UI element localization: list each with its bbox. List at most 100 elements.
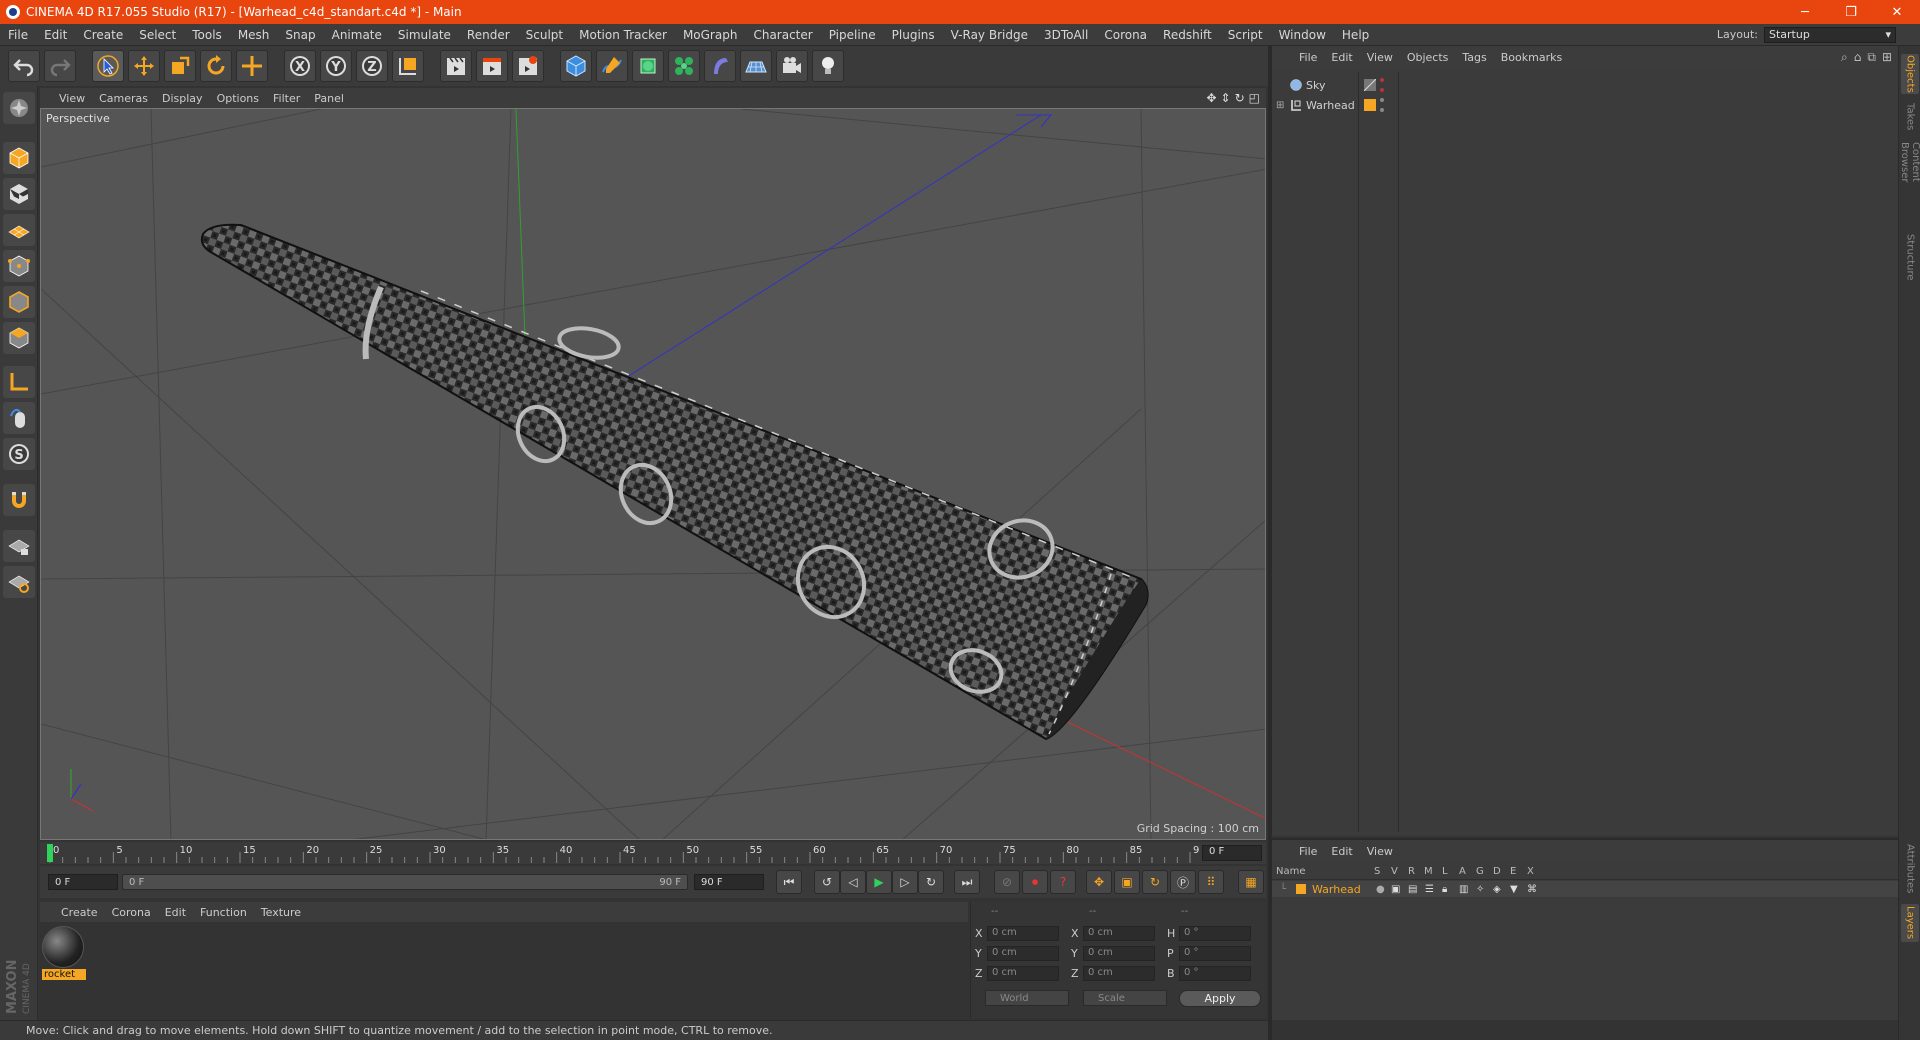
scale-tool-button[interactable] [164,50,196,82]
key-position-button[interactable]: ✥ [1086,870,1112,894]
menu-select[interactable]: Select [131,28,184,42]
menu-window[interactable]: Window [1271,28,1334,42]
close-button[interactable]: ✕ [1874,0,1920,24]
apply-button[interactable]: Apply [1179,990,1261,1007]
expression-icon[interactable]: ▼ [1510,884,1518,895]
objects-menu-file[interactable]: File [1292,51,1324,64]
new-window-icon[interactable]: ⧉ [1867,50,1876,65]
layers-menu-view[interactable]: View [1360,845,1400,858]
points-mode-button[interactable] [3,250,35,282]
search-icon[interactable]: ⌕ [1841,50,1848,65]
record-keys-button[interactable]: ⊘ [994,870,1020,894]
visibility-dots[interactable] [1380,78,1386,92]
autokeying-button[interactable]: ? [1050,870,1076,894]
minimize-button[interactable]: ─ [1782,0,1828,24]
objects-menu-objects[interactable]: Objects [1400,51,1456,64]
lock-icon[interactable]: 🔒︎ [1442,884,1447,895]
menu-mesh[interactable]: Mesh [230,28,278,42]
texture-tag-icon[interactable] [1364,79,1376,91]
menu-mograph[interactable]: MoGraph [675,28,746,42]
key-parameter-button[interactable]: Ⓟ [1170,870,1196,894]
render-view-button[interactable] [440,50,472,82]
size-x-field[interactable]: 0 cm [1083,926,1155,941]
locked-workplane-button[interactable] [3,530,35,562]
tab-takes[interactable]: Takes [1901,102,1919,132]
visibility-dots[interactable] [1380,98,1386,112]
go-to-start-button[interactable]: ⏮ [776,870,802,894]
menu-simulate[interactable]: Simulate [390,28,459,42]
menu-animate[interactable]: Animate [324,28,390,42]
tab-objects[interactable]: Objects [1901,54,1919,94]
layout-dropdown[interactable]: Startup ▾ [1764,26,1896,43]
objects-menu-tags[interactable]: Tags [1455,51,1493,64]
polygons-mode-button[interactable] [3,322,35,354]
menu-sculpt[interactable]: Sculpt [518,28,571,42]
expand-icon[interactable]: ⊞ [1276,100,1284,111]
menu-tools[interactable]: Tools [184,28,230,42]
viewport-menu-panel[interactable]: Panel [307,92,351,105]
start-frame-field[interactable]: 0 F [48,874,118,890]
home-icon[interactable]: ⌂ [1854,50,1862,65]
redo-button[interactable] [44,50,76,82]
animation-film-icon[interactable]: ▥ [1459,884,1468,895]
menu-script[interactable]: Script [1220,28,1271,42]
material-menu-edit[interactable]: Edit [158,906,193,919]
layer-row-warhead[interactable]: └ Warhead ● ▣ ▤ ☰ 🔒︎ ▥ ✧ ◈ ▼ ⌘ [1272,881,1898,897]
orbit-icon[interactable]: ↻ [1235,91,1245,105]
menu-character[interactable]: Character [745,28,820,42]
xref-icon[interactable]: ⌘ [1527,884,1537,895]
x-axis-lock-button[interactable]: X [284,50,316,82]
maximize-view-icon[interactable]: ◰ [1249,91,1260,105]
coordinate-mode-dropdown[interactable]: World [985,990,1069,1006]
menu-snap[interactable]: Snap [277,28,323,42]
tab-layers[interactable]: Layers [1901,904,1919,942]
tweak-mode-button[interactable] [3,402,35,434]
add-mograph-button[interactable] [668,50,700,82]
menu-plugins[interactable]: Plugins [884,28,943,42]
menu-pipeline[interactable]: Pipeline [821,28,884,42]
manager-list-icon[interactable]: ☰ [1425,884,1434,895]
add-camera-button[interactable] [776,50,808,82]
layer-color-tag-icon[interactable] [1364,99,1376,111]
material-menu-create[interactable]: Create [54,906,105,919]
objects-menu-bookmarks[interactable]: Bookmarks [1494,51,1569,64]
next-frame-button[interactable]: ▷ [892,870,918,894]
layers-menu-edit[interactable]: Edit [1324,845,1359,858]
record-active-objects-button[interactable]: ⏺ [1022,870,1048,894]
layer-color-swatch[interactable] [1296,884,1306,894]
menu-3dtoall[interactable]: 3DToAll [1036,28,1096,42]
workplane-mode-button[interactable] [3,214,35,246]
coordinate-system-button[interactable] [392,50,424,82]
previous-keyframe-button[interactable]: ↺ [814,870,840,894]
transform-tool-button[interactable] [236,50,268,82]
viewport-menu-options[interactable]: Options [210,92,266,105]
position-y-field[interactable]: 0 cm [987,946,1059,961]
eye-icon[interactable]: ▣ [1391,884,1400,895]
add-light-button[interactable] [812,50,844,82]
end-frame-field[interactable]: 90 F [694,874,764,890]
planar-workplane-button[interactable] [3,566,35,598]
add-spline-button[interactable] [596,50,628,82]
transform-mode-dropdown[interactable]: Scale [1083,990,1167,1006]
menu-render[interactable]: Render [459,28,518,42]
menu-motion-tracker[interactable]: Motion Tracker [571,28,675,42]
solo-dot-icon[interactable]: ● [1376,884,1385,895]
add-environment-button[interactable] [740,50,772,82]
menu-file[interactable]: File [0,28,36,42]
axis-mode-button[interactable] [3,366,35,398]
objects-menu-edit[interactable]: Edit [1324,51,1359,64]
make-editable-button[interactable] [3,92,35,124]
rotation-b-field[interactable]: 0 ° [1179,966,1251,981]
add-nurbs-button[interactable] [632,50,664,82]
viewport-menu-filter[interactable]: Filter [266,92,307,105]
play-button[interactable]: ▶ [866,870,892,894]
render-picture-viewer-button[interactable] [476,50,508,82]
tab-structure[interactable]: Structure [1901,232,1919,282]
key-rotation-button[interactable]: ↻ [1142,870,1168,894]
model-mode-button[interactable] [3,142,35,174]
material-menu-texture[interactable]: Texture [254,906,308,919]
menu-create[interactable]: Create [75,28,131,42]
tab-content-browser[interactable]: Content Browser [1899,142,1920,222]
restore-button[interactable]: ❐ [1828,0,1874,24]
deformer-icon[interactable]: ◈ [1493,884,1501,895]
